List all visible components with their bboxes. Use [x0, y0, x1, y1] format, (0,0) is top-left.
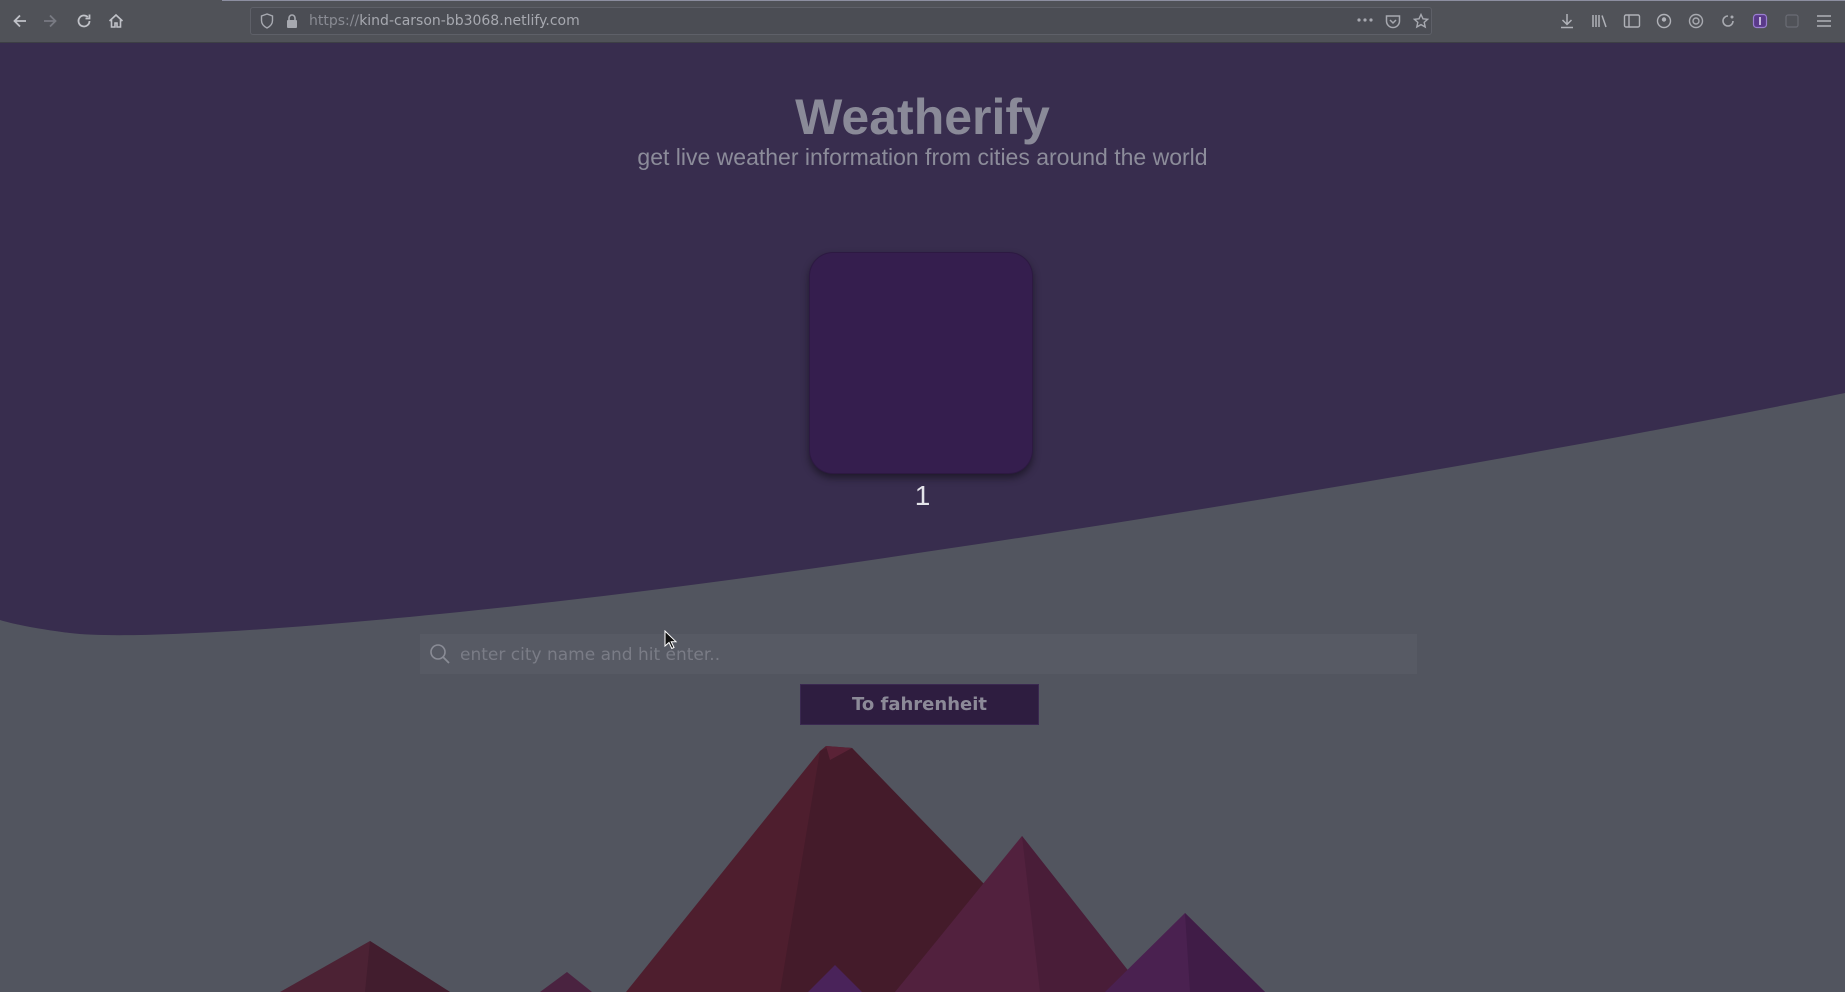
reload-icon — [77, 14, 91, 28]
weatherify-page: Weatherify get live weather information … — [0, 43, 1845, 992]
extension-icon[interactable] — [1684, 9, 1708, 33]
page-load-progress — [222, 0, 1845, 1]
account-icon[interactable] — [1652, 9, 1676, 33]
url-bar[interactable]: https://kind-carson-bb3068.netlify.com — [250, 7, 1432, 35]
app-subtitle: get live weather information from cities… — [637, 144, 1208, 170]
download-icon[interactable] — [1555, 9, 1579, 33]
mouse-cursor — [664, 629, 678, 650]
url-host: kind-carson-bb3068.netlify.com — [359, 13, 580, 29]
arrow-right-icon — [44, 14, 57, 28]
extension-icon[interactable] — [1716, 9, 1740, 33]
header-wave-background — [0, 43, 1845, 636]
star-icon[interactable] — [1411, 11, 1431, 31]
search-icon — [430, 644, 450, 664]
pocket-icon[interactable] — [1383, 11, 1403, 31]
to-fahrenheit-button[interactable]: To fahrenheit — [800, 684, 1039, 725]
forward-button[interactable] — [38, 9, 62, 33]
search-box[interactable] — [420, 634, 1417, 676]
card-counter: 1 — [914, 480, 931, 511]
more-icon[interactable] — [1355, 10, 1375, 30]
home-icon — [108, 13, 124, 28]
browser-toolbar: https://kind-carson-bb3068.netlify.com — [0, 0, 1845, 43]
extension-icon[interactable] — [1748, 9, 1772, 33]
weather-card[interactable] — [809, 252, 1033, 474]
app-title: Weatherify — [795, 89, 1050, 145]
url-scheme: https:// — [309, 13, 360, 29]
hamburger-menu-icon[interactable] — [1812, 9, 1836, 33]
url-text[interactable]: https://kind-carson-bb3068.netlify.com — [309, 13, 580, 29]
sidebar-icon[interactable] — [1620, 9, 1644, 33]
back-button[interactable] — [8, 9, 32, 33]
home-button[interactable] — [104, 9, 128, 33]
lock-icon[interactable] — [282, 11, 302, 31]
reload-button[interactable] — [72, 9, 96, 33]
shield-icon[interactable] — [257, 11, 277, 31]
extension-icon[interactable] — [1780, 9, 1804, 33]
cursor-arrow-icon — [664, 629, 678, 650]
library-icon[interactable] — [1588, 9, 1612, 33]
search-input[interactable] — [458, 634, 1412, 676]
arrow-left-icon — [13, 14, 26, 28]
